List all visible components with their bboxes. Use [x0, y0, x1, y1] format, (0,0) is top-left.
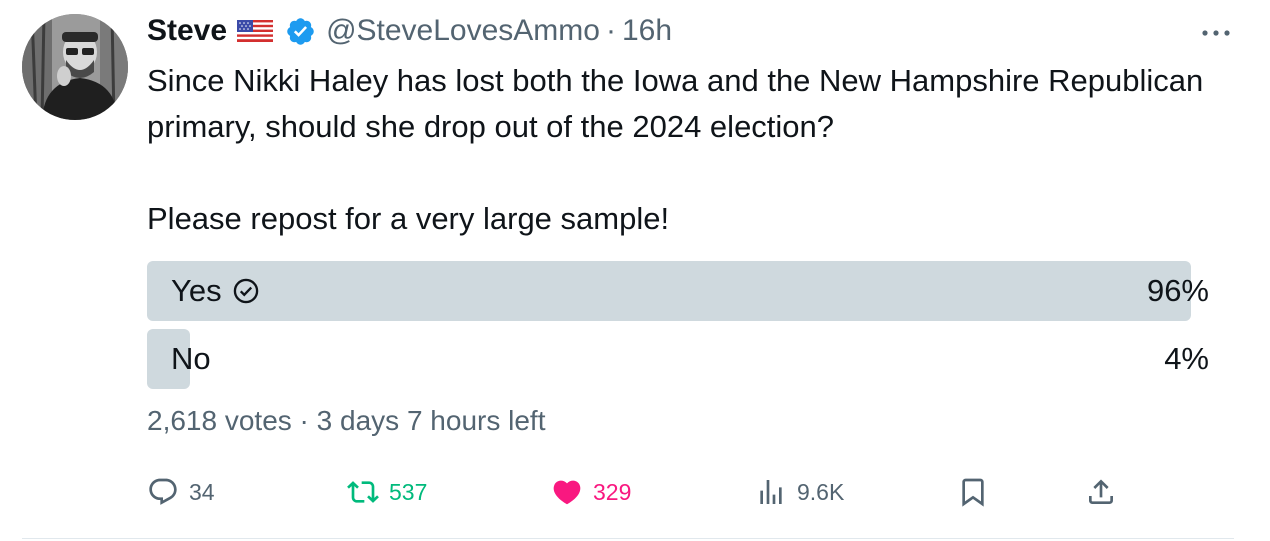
repost-count: 537: [389, 478, 428, 505]
repost-icon: [347, 481, 379, 503]
repost-button[interactable]: 537: [347, 472, 427, 512]
divider: [22, 538, 1234, 539]
like-count: 329: [593, 478, 632, 505]
poll-option-no: No 4%: [147, 329, 1213, 389]
author-handle[interactable]: @SteveLovesAmmo: [326, 14, 600, 48]
reply-count: 34: [189, 478, 215, 505]
poll-option-label: No: [147, 341, 211, 377]
share-button[interactable]: [1085, 472, 1117, 512]
poll-bar: [147, 261, 1191, 321]
tweet-paragraph: Since Nikki Haley has lost both the Iowa…: [147, 63, 1204, 144]
tweet-header: Steve @SteveLovesAmmo · 16h: [147, 10, 672, 52]
action-bar: 34 537 329 9.6K: [147, 472, 1127, 512]
bookmark-icon: [962, 478, 984, 507]
poll-option-percent: 4%: [1164, 341, 1209, 376]
reply-button[interactable]: 34: [147, 472, 215, 512]
poll-option-text: Yes: [171, 273, 222, 308]
views-chart-icon: [760, 480, 782, 504]
more-options-icon[interactable]: [1196, 18, 1236, 48]
poll-option-text: No: [171, 341, 211, 376]
poll-option-yes: Yes 96%: [147, 261, 1213, 321]
tweet[interactable]: Steve @SteveLovesAmmo · 16h Since Nikki …: [0, 0, 1270, 541]
bookmark-button[interactable]: [957, 472, 989, 512]
check-circle-icon: [232, 277, 260, 305]
poll-option-label: Yes: [147, 273, 260, 309]
poll-meta: 2,618 votes · 3 days 7 hours left: [147, 405, 545, 437]
tweet-paragraph: Please repost for a very large sample!: [147, 201, 670, 236]
avatar[interactable]: [22, 14, 128, 120]
poll-votes: 2,618 votes: [147, 405, 292, 436]
views-button[interactable]: 9.6K: [755, 472, 844, 512]
tweet-timestamp[interactable]: 16h: [622, 14, 672, 48]
share-icon: [1089, 479, 1113, 504]
us-flag-icon: [237, 20, 274, 42]
header-separator: ·: [605, 14, 616, 47]
view-count: 9.6K: [797, 478, 845, 505]
like-button[interactable]: 329: [551, 472, 631, 512]
heart-icon: [553, 480, 581, 505]
author-name[interactable]: Steve: [147, 14, 227, 48]
tweet-text: Since Nikki Haley has lost both the Iowa…: [147, 58, 1207, 242]
reply-icon: [149, 478, 177, 505]
avatar-image: [22, 14, 128, 120]
poll-option-percent: 96%: [1146, 273, 1209, 308]
poll-time-left: 3 days 7 hours left: [316, 405, 546, 436]
verified-badge-icon[interactable]: [285, 16, 316, 47]
poll-meta-separator: ·: [291, 405, 317, 436]
poll: Yes 96% No 4%: [147, 261, 1213, 397]
